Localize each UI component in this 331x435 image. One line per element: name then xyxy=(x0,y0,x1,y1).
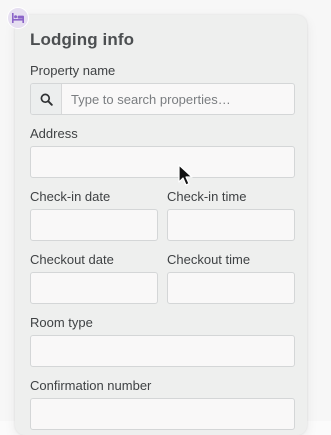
checkout-time-label: Checkout time xyxy=(167,252,251,267)
room-type-label: Room type xyxy=(30,315,93,330)
checkin-time-label: Check-in time xyxy=(167,189,247,204)
card-title: Lodging info xyxy=(30,30,135,49)
checkin-date-label: Check-in date xyxy=(30,189,111,204)
search-icon xyxy=(31,84,62,114)
checkin-time-input[interactable] xyxy=(167,209,295,241)
checkout-date-input[interactable] xyxy=(30,272,158,304)
checkout-time-input[interactable] xyxy=(167,272,295,304)
property-search-input[interactable] xyxy=(62,84,294,114)
bed-icon xyxy=(7,7,29,29)
mouse-pointer-icon xyxy=(178,164,193,186)
confirmation-number-label: Confirmation number xyxy=(30,378,152,393)
room-type-input[interactable] xyxy=(30,335,295,367)
property-search-field xyxy=(30,83,295,115)
checkin-date-input[interactable] xyxy=(30,209,158,241)
confirmation-number-input[interactable] xyxy=(30,398,295,430)
property-name-label: Property name xyxy=(30,63,116,78)
address-label: Address xyxy=(30,126,78,141)
address-input[interactable] xyxy=(30,146,295,178)
checkout-date-label: Checkout date xyxy=(30,252,114,267)
